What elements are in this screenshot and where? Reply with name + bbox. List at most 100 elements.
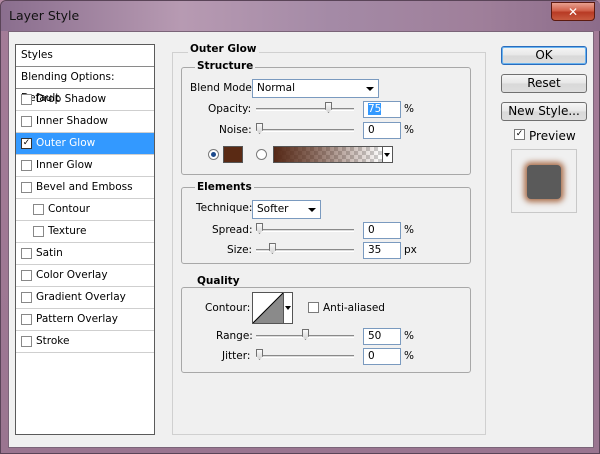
drop-shadow-checkbox[interactable] [21, 94, 32, 105]
color-overlay-checkbox[interactable] [21, 270, 32, 281]
preview-label: Preview [529, 129, 576, 143]
spread-slider-track[interactable] [256, 229, 354, 232]
technique-select[interactable]: Softer [252, 200, 321, 219]
sidebar-item-gradient-overlay[interactable]: Gradient Overlay [16, 287, 154, 309]
noise-slider-track[interactable] [256, 129, 354, 132]
sidebar-item-outer-glow[interactable]: ✓ Outer Glow [16, 133, 154, 155]
anti-aliased-checkbox[interactable] [308, 302, 319, 313]
panel-title: Outer Glow [188, 43, 259, 55]
sidebar-item-label: Drop Shadow [36, 93, 107, 105]
texture-checkbox[interactable] [33, 226, 44, 237]
stroke-checkbox[interactable] [21, 336, 32, 347]
contour-label: Contour: [205, 302, 251, 314]
sidebar-item-label: Outer Glow [36, 137, 96, 149]
sidebar-item-satin[interactable]: Satin [16, 243, 154, 265]
contour-curve-icon [252, 292, 284, 324]
noise-unit: % [404, 124, 414, 136]
pattern-overlay-checkbox[interactable] [21, 314, 32, 325]
preview-thumbnail [527, 165, 561, 199]
size-unit: px [404, 244, 417, 256]
size-label: Size: [227, 244, 253, 256]
styles-header[interactable]: Styles [16, 45, 154, 67]
inner-glow-checkbox[interactable] [21, 160, 32, 171]
sidebar-item-label: Stroke [36, 335, 70, 347]
window-title: Layer Style [9, 8, 80, 23]
gradient-dropdown-icon[interactable] [383, 146, 393, 163]
jitter-value: 0 [368, 350, 375, 362]
close-icon: ✕ [567, 4, 579, 19]
noise-input[interactable]: 0 [363, 122, 401, 139]
jitter-input[interactable]: 0 [363, 348, 401, 365]
sidebar-item-stroke[interactable]: Stroke [16, 331, 154, 353]
sidebar-item-bevel-emboss[interactable]: Bevel and Emboss [16, 177, 154, 199]
sidebar-item-label: Inner Glow [36, 159, 93, 171]
opacity-input[interactable]: 75 [363, 101, 401, 118]
jitter-slider-track[interactable] [256, 355, 354, 358]
sidebar-item-label: Texture [48, 225, 87, 237]
opacity-label: Opacity: [208, 103, 252, 115]
range-input[interactable]: 50 [363, 328, 401, 345]
sidebar-item-label: Pattern Overlay [36, 313, 118, 325]
sidebar-item-label: Contour [48, 203, 90, 215]
check-icon: ✓ [22, 138, 31, 148]
sidebar-item-inner-glow[interactable]: Inner Glow [16, 155, 154, 177]
gradient-overlay-checkbox[interactable] [21, 292, 32, 303]
title-bar[interactable]: Layer Style ✕ [1, 1, 600, 31]
solid-color-radio[interactable] [208, 149, 219, 160]
noise-value: 0 [368, 124, 375, 136]
check-icon: ✓ [515, 129, 524, 139]
satin-checkbox[interactable] [21, 248, 32, 259]
structure-title: Structure [195, 60, 256, 72]
size-input[interactable]: 35 [363, 242, 401, 259]
blend-mode-label: Blend Mode: [190, 82, 256, 94]
anti-aliased-label: Anti-aliased [323, 302, 385, 314]
inner-shadow-checkbox[interactable] [21, 116, 32, 127]
quality-title: Quality [195, 275, 242, 287]
sidebar-item-label: Color Overlay [36, 269, 108, 281]
styles-list: Styles Blending Options: Default Drop Sh… [15, 44, 155, 435]
glow-gradient-picker[interactable] [273, 146, 383, 163]
close-button[interactable]: ✕ [551, 2, 595, 21]
sidebar-item-inner-shadow[interactable]: Inner Shadow [16, 111, 154, 133]
noise-label: Noise: [219, 124, 252, 136]
preview-checkbox[interactable]: ✓ [514, 129, 525, 140]
blend-mode-select[interactable]: Normal [252, 79, 379, 98]
bevel-emboss-checkbox[interactable] [21, 182, 32, 193]
sidebar-item-pattern-overlay[interactable]: Pattern Overlay [16, 309, 154, 331]
sidebar-item-texture[interactable]: Texture [16, 221, 154, 243]
chevron-down-icon [366, 87, 374, 91]
contour-checkbox[interactable] [33, 204, 44, 215]
sidebar-item-color-overlay[interactable]: Color Overlay [16, 265, 154, 287]
sidebar-item-contour[interactable]: Contour [16, 199, 154, 221]
new-style-button[interactable]: New Style... [501, 102, 587, 121]
layer-style-dialog: Layer Style ✕ Styles Blending Options: D… [0, 0, 600, 454]
contour-dropdown-icon[interactable] [284, 292, 293, 324]
sidebar-item-drop-shadow[interactable]: Drop Shadow [16, 89, 154, 111]
spread-unit: % [404, 224, 414, 236]
outer-glow-checkbox[interactable]: ✓ [21, 138, 32, 149]
blend-mode-value: Normal [257, 82, 295, 94]
style-preview [511, 149, 577, 213]
blending-options-item[interactable]: Blending Options: Default [16, 67, 154, 104]
gradient-radio[interactable] [256, 149, 267, 160]
jitter-unit: % [404, 350, 414, 362]
spread-value: 0 [368, 224, 375, 236]
technique-label: Technique: [196, 202, 253, 214]
spread-label: Spread: [212, 224, 253, 236]
opacity-value: 75 [368, 103, 382, 115]
range-label: Range: [216, 330, 253, 342]
glow-color-swatch[interactable] [223, 146, 243, 163]
technique-value: Softer [257, 203, 289, 215]
opacity-slider-track[interactable] [256, 108, 354, 111]
jitter-label: Jitter: [222, 350, 251, 362]
range-value: 50 [368, 330, 382, 342]
range-unit: % [404, 330, 414, 342]
sidebar-item-label: Inner Shadow [36, 115, 108, 127]
reset-button[interactable]: Reset [501, 74, 587, 93]
spread-input[interactable]: 0 [363, 222, 401, 239]
sidebar-item-label: Bevel and Emboss [36, 181, 133, 193]
ok-button[interactable]: OK [501, 46, 587, 65]
contour-picker[interactable] [252, 292, 284, 324]
sidebar-item-label: Satin [36, 247, 63, 259]
sidebar-item-label: Gradient Overlay [36, 291, 126, 303]
